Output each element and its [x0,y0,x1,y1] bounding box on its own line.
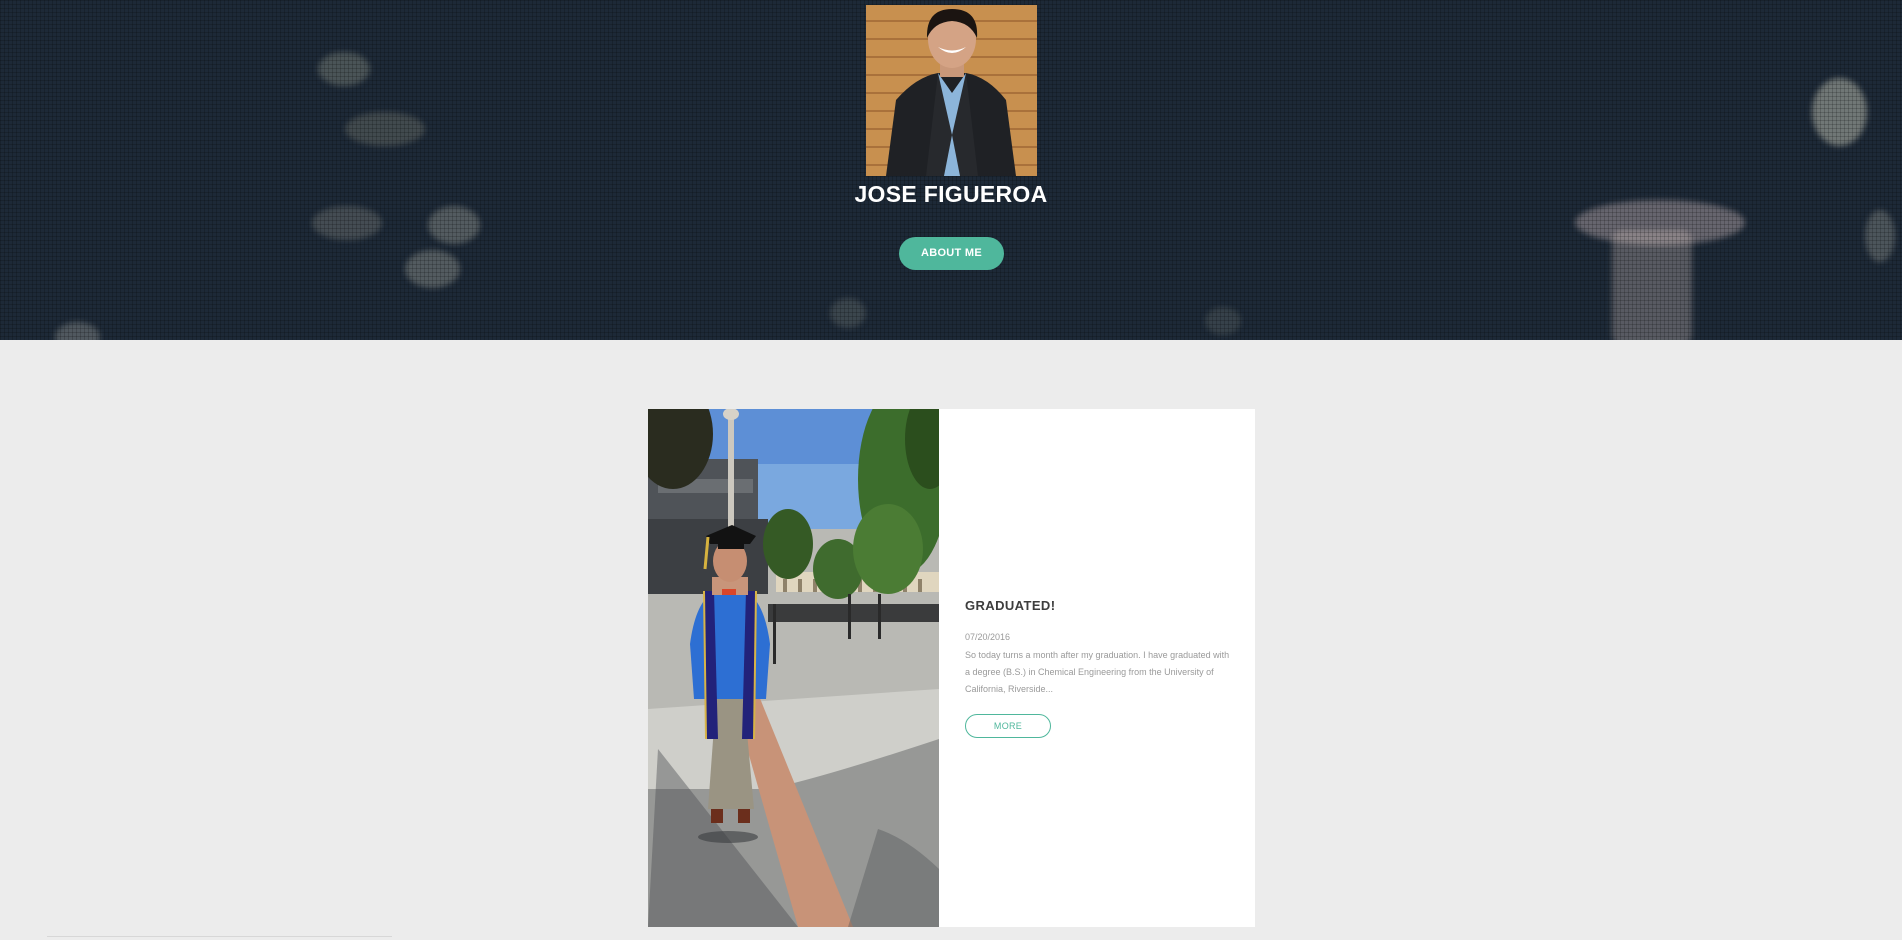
blog-post-card: GRADUATED! 07/20/2016 So today turns a m… [648,409,1255,927]
divider-line [47,936,392,937]
about-me-button[interactable]: ABOUT ME [899,237,1004,270]
hero-name: JOSE FIGUEROA [854,181,1048,207]
post-date: 07/20/2016 [965,632,1011,642]
profile-photo [866,5,1037,176]
post-excerpt: So today turns a month after my graduati… [965,650,1230,694]
post-photo[interactable] [648,409,939,927]
post-title[interactable]: GRADUATED! [965,598,1055,613]
more-button[interactable]: MORE [965,714,1051,738]
hero-banner: JOSE FIGUEROA ABOUT ME [0,0,1902,340]
